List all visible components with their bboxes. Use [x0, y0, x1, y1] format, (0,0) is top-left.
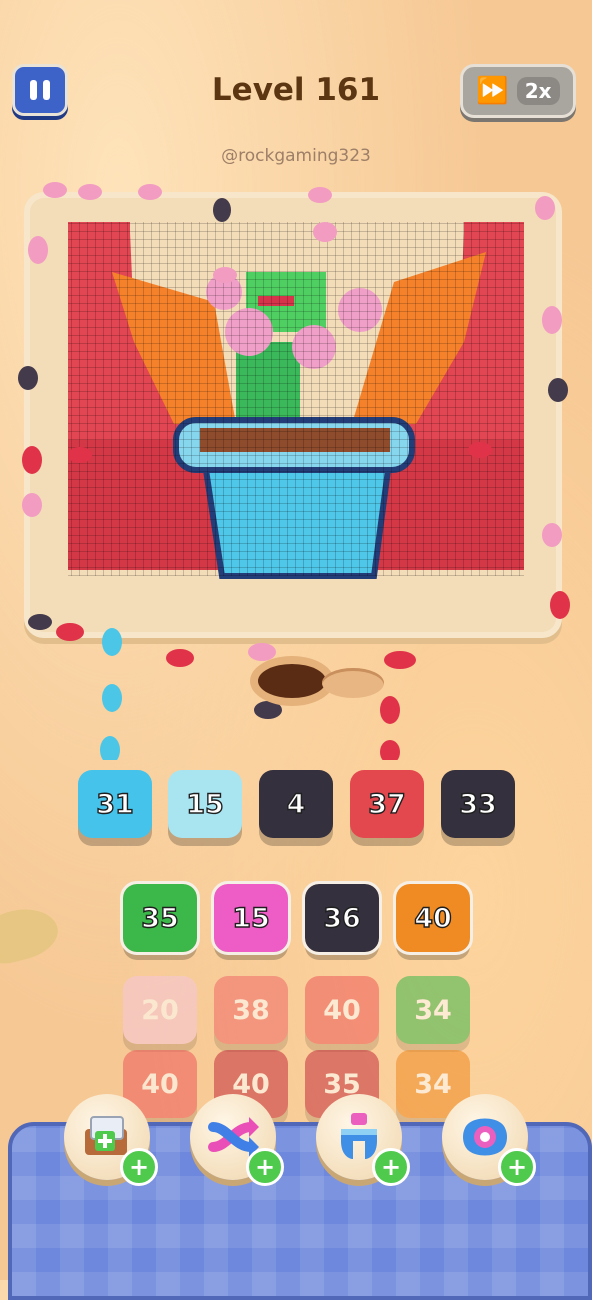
ant-hole-rim	[322, 668, 384, 698]
ant-hole	[258, 664, 326, 698]
plus-icon: +	[120, 1148, 158, 1186]
leaf-decoration	[0, 900, 64, 970]
queue-box[interactable]: 33	[441, 770, 515, 838]
plus-icon: +	[498, 1148, 536, 1186]
grid-box: 20	[123, 976, 197, 1044]
queue-box[interactable]: 4	[259, 770, 333, 838]
grid-box[interactable]: 35	[120, 881, 200, 955]
grid-box[interactable]: 15	[211, 881, 291, 955]
queue-box[interactable]: 37	[350, 770, 424, 838]
shuffle-booster-button[interactable]: +	[190, 1094, 284, 1186]
ants-layer	[18, 182, 570, 760]
plus-icon: +	[372, 1148, 410, 1186]
queue-box[interactable]: 31	[78, 770, 152, 838]
grid-box: 38	[214, 976, 288, 1044]
grid-box: 40	[305, 976, 379, 1044]
grid-box[interactable]: 36	[302, 881, 382, 955]
grid-box: 34	[396, 976, 470, 1044]
add-slot-booster-button[interactable]: +	[64, 1094, 158, 1186]
vacuum-booster-button[interactable]: +	[442, 1094, 536, 1186]
magnet-booster-button[interactable]: +	[316, 1094, 410, 1186]
grid-box[interactable]: 40	[393, 881, 473, 955]
plus-icon: +	[246, 1148, 284, 1186]
queue-box[interactable]: 15	[168, 770, 242, 838]
